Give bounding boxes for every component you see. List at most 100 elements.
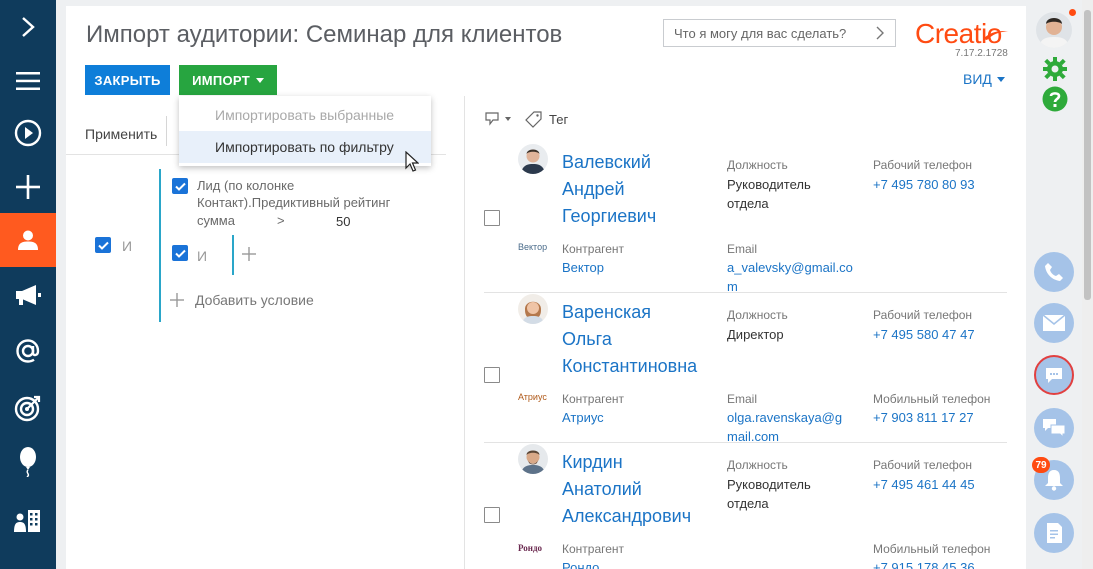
mobile-phone-link[interactable]: +7 915 178 45 36 — [873, 558, 975, 569]
value-line: Руководитель — [727, 177, 811, 192]
condition-operator[interactable]: > — [277, 211, 285, 230]
work-phone-label: Рабочий телефон — [873, 158, 973, 172]
record-select-checkbox[interactable] — [484, 210, 500, 226]
name-line: Георгиевич — [562, 206, 657, 226]
import-button-label: ИМПОРТ — [192, 72, 250, 88]
email-line: olga.ravenskaya@g — [727, 410, 843, 425]
record-select-checkbox[interactable] — [484, 507, 500, 523]
close-button[interactable]: ЗАКРЫТЬ — [85, 65, 170, 95]
root-and-label: И — [122, 238, 133, 254]
condition-checkbox[interactable] — [172, 178, 188, 194]
account-logo: Вектор — [518, 242, 548, 252]
phone-icon[interactable] — [1034, 252, 1074, 292]
contacts-person-icon[interactable] — [0, 213, 56, 267]
account-logo: Атриус — [518, 392, 547, 402]
caret-down-icon — [505, 117, 511, 121]
creatio-logo: Creatio — [915, 18, 1009, 50]
job-title-value: Руководитель отдела — [727, 175, 811, 213]
account-logo: Рондо — [518, 543, 543, 553]
menu-item-import-selected[interactable]: Импортировать выбранные — [179, 99, 431, 131]
hamburger-menu-icon[interactable] — [0, 54, 56, 108]
command-search-input[interactable]: Что я могу для вас сделать? — [663, 19, 896, 47]
job-title-value: Руководитель отдела — [727, 475, 811, 513]
nested-group-checkbox[interactable] — [172, 245, 188, 261]
page-title: Импорт аудитории: Семинар для клиентов — [86, 21, 563, 48]
tag-label[interactable]: Тег — [549, 112, 568, 127]
value-line: Руководитель — [727, 477, 811, 492]
documents-icon[interactable] — [1034, 513, 1074, 553]
contact-name[interactable]: Кирдин Анатолий Александрович — [562, 449, 722, 530]
view-label: ВИД — [963, 71, 992, 87]
group-bracket-line — [159, 169, 161, 322]
account-label: Контрагент — [562, 392, 625, 406]
job-title-label: Должность — [727, 458, 788, 472]
version-label: 7.17.2.1728 — [955, 48, 1008, 59]
root-group-checkbox[interactable] — [95, 237, 111, 253]
expand-chevron-icon[interactable] — [0, 0, 56, 54]
mail-envelope-icon[interactable] — [1034, 303, 1074, 343]
email-link[interactable]: olga.ravenskaya@g mail.com — [727, 408, 842, 446]
account-label: Контрагент — [562, 542, 625, 556]
at-email-icon[interactable] — [0, 324, 56, 378]
plus-icon[interactable] — [0, 160, 56, 214]
help-question-icon[interactable] — [1042, 86, 1068, 117]
contact-name[interactable]: Валевский Андрей Георгиевич — [562, 149, 722, 230]
tag-filter-icon[interactable] — [484, 111, 511, 127]
list-item[interactable]: Кирдин Анатолий Александрович Должность … — [484, 444, 1007, 569]
list-toolbar: Тег — [484, 110, 568, 128]
add-condition-plus-icon[interactable] — [170, 293, 184, 312]
name-line: Валевский — [562, 152, 651, 172]
work-phone-label: Рабочий телефон — [873, 308, 973, 322]
condition-line2[interactable]: Контакт).Предиктивный рейтинг — [197, 193, 390, 212]
mobile-phone-link[interactable]: +7 903 811 17 27 — [873, 408, 974, 427]
play-icon[interactable] — [0, 106, 56, 160]
conversations-icon[interactable] — [1034, 408, 1074, 448]
contact-avatar — [518, 144, 548, 174]
job-title-value: Директор — [727, 325, 784, 344]
import-button[interactable]: ИМПОРТ — [179, 65, 277, 95]
megaphone-icon[interactable] — [0, 268, 56, 322]
value-line: отдела — [727, 196, 769, 211]
import-dropdown-menu: Импортировать выбранные Импортировать по… — [179, 96, 431, 166]
accounts-building-icon[interactable] — [0, 494, 56, 548]
chat-bubble-icon[interactable] — [1034, 355, 1074, 395]
email-link[interactable]: a_valevsky@gmail.co m — [727, 258, 853, 296]
name-line: Варенская — [562, 302, 652, 322]
user-avatar[interactable] — [1036, 12, 1072, 48]
contact-name[interactable]: Варенская Ольга Константиновна — [562, 299, 722, 380]
balloon-icon[interactable] — [0, 435, 56, 489]
apply-filter-button[interactable]: Применить — [85, 126, 157, 142]
email-label: Email — [727, 242, 758, 256]
list-item[interactable]: Валевский Андрей Георгиевич Должность Ру… — [484, 144, 1007, 296]
record-select-checkbox[interactable] — [484, 367, 500, 383]
condition-value[interactable]: 50 — [336, 212, 350, 231]
list-item[interactable]: Варенская Ольга Константиновна Должность… — [484, 294, 1007, 446]
value-line: отдела — [727, 496, 769, 511]
add-condition-link[interactable]: Добавить условие — [195, 292, 314, 308]
work-phone-link[interactable]: +7 495 780 80 93 — [873, 175, 975, 194]
scrollbar-thumb[interactable] — [1084, 10, 1091, 300]
name-line: Ольга — [562, 329, 612, 349]
account-link[interactable]: Атриус — [562, 408, 604, 427]
notifications-count-badge: 79 — [1032, 457, 1050, 473]
vertical-scrollbar[interactable] — [1082, 0, 1093, 569]
mouse-pointer-icon — [405, 150, 420, 178]
target-icon[interactable] — [0, 381, 56, 435]
settings-gear-icon[interactable] — [1042, 56, 1068, 87]
condition-field[interactable]: сумма — [197, 211, 235, 230]
menu-item-import-by-filter[interactable]: Импортировать по фильтру — [179, 131, 431, 163]
contact-avatar — [518, 444, 548, 474]
chevron-right-icon[interactable] — [875, 25, 885, 44]
main-panel: Импорт аудитории: Семинар для клиентов Ч… — [66, 6, 1026, 569]
right-sidebar: 79 — [1030, 0, 1078, 569]
work-phone-link[interactable]: +7 495 461 44 45 — [873, 475, 975, 494]
job-title-label: Должность — [727, 158, 788, 172]
view-menu-button[interactable]: ВИД — [963, 71, 1005, 87]
account-link[interactable]: Вектор — [562, 258, 604, 277]
work-phone-link[interactable]: +7 495 580 47 47 — [873, 325, 975, 344]
add-nested-condition-plus-icon[interactable] — [242, 247, 256, 266]
account-label: Контрагент — [562, 242, 625, 256]
email-line: a_valevsky@gmail.co — [727, 260, 853, 275]
account-link[interactable]: Рондо — [562, 558, 599, 569]
tag-icon[interactable] — [525, 110, 543, 128]
